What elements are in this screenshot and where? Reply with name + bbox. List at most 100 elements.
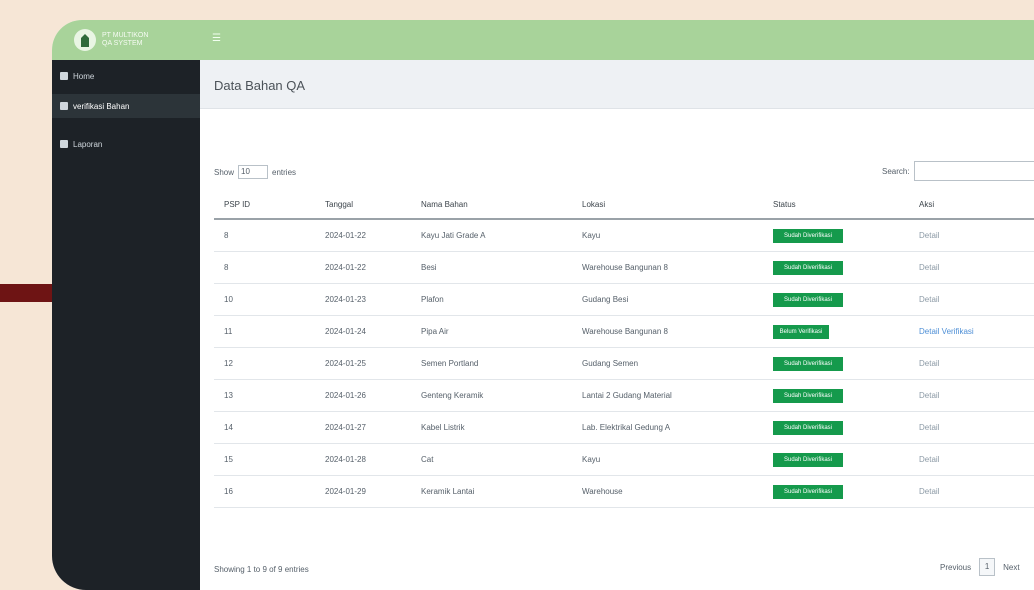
cell-nama-bahan: Cat — [411, 443, 572, 476]
cell-aksi: Detail — [909, 443, 1034, 476]
cell-status: Belum Verifikasi — [763, 315, 909, 348]
cell-aksi: Detail — [909, 251, 1034, 284]
cell-lokasi: Warehouse — [572, 475, 763, 508]
decorative-bar — [0, 284, 58, 302]
brand-line1: PT MULTIKON — [102, 32, 149, 39]
col-nama-bahan[interactable]: Nama Bahan — [411, 190, 572, 220]
status-badge: Sudah Diverifikasi — [773, 356, 843, 371]
pagination: Previous 1 Next — [940, 558, 1020, 576]
table-row: 12 2024-01-25 Semen Portland Gudang Semen Su… — [214, 347, 1034, 380]
detail-link[interactable]: Detail — [919, 455, 939, 464]
detail-link[interactable]: Detail — [919, 231, 939, 240]
status-badge: Sudah Diverifikasi — [773, 292, 843, 307]
table-row: 10 2024-01-23 Plafon Gudang Besi Sudah Diver… — [214, 283, 1034, 316]
cell-tanggal: 2024-01-25 — [315, 347, 411, 380]
cell-lokasi: Warehouse Bangunan 8 — [572, 251, 763, 284]
sidebar-item-laporan[interactable]: Laporan — [52, 132, 200, 156]
top-navbar: PT MULTIKON QA SYSTEM ☰ A — [52, 20, 1034, 60]
table-row: 14 2024-01-27 Kabel Listrik Lab. Elektrikal… — [214, 411, 1034, 444]
main-content: Data Bahan QA Show 10 entries Search: PS… — [200, 60, 1034, 590]
cell-psp-id: 13 — [214, 379, 315, 412]
status-badge: Sudah Diverifikasi — [773, 484, 843, 499]
cell-lokasi: Gudang Besi — [572, 283, 763, 316]
cell-tanggal: 2024-01-26 — [315, 379, 411, 412]
sidebar-item-home[interactable]: Home — [52, 64, 200, 88]
brand-logo[interactable]: PT MULTIKON QA SYSTEM — [74, 27, 204, 53]
cell-nama-bahan: Plafon — [411, 283, 572, 316]
menu-icon[interactable]: ☰ — [212, 33, 222, 45]
cell-aksi: Detail — [909, 219, 1034, 252]
detail-link[interactable]: Detail — [919, 391, 939, 400]
cell-lokasi: Warehouse Bangunan 8 — [572, 315, 763, 348]
cell-status: Sudah Diverifikasi — [763, 219, 909, 252]
cell-tanggal: 2024-01-29 — [315, 475, 411, 508]
cell-psp-id: 11 — [214, 315, 315, 348]
cell-status: Sudah Diverifikasi — [763, 475, 909, 508]
home-icon — [60, 72, 68, 80]
prev-button[interactable]: Previous — [940, 563, 971, 572]
cell-lokasi: Kayu — [572, 443, 763, 476]
cell-status: Sudah Diverifikasi — [763, 283, 909, 316]
cell-psp-id: 16 — [214, 475, 315, 508]
cell-psp-id: 15 — [214, 443, 315, 476]
cell-status: Sudah Diverifikasi — [763, 411, 909, 444]
status-badge: Sudah Diverifikasi — [773, 420, 843, 435]
detail-link[interactable]: Detail Verifikasi — [919, 327, 974, 336]
cell-tanggal: 2024-01-23 — [315, 283, 411, 316]
cell-nama-bahan: Kayu Jati Grade A — [411, 219, 572, 252]
cell-status: Sudah Diverifikasi — [763, 347, 909, 380]
sidebar-item-label: Home — [73, 71, 95, 81]
cell-status: Sudah Diverifikasi — [763, 379, 909, 412]
table-row: 16 2024-01-29 Keramik Lantai Warehouse Sudah… — [214, 475, 1034, 508]
cell-nama-bahan: Keramik Lantai — [411, 475, 572, 508]
page-header: Data Bahan QA — [200, 60, 1034, 109]
brand-line2: QA SYSTEM — [102, 40, 143, 47]
cell-psp-id: 8 — [214, 219, 315, 252]
length-select[interactable]: 10 — [238, 165, 269, 179]
col-status[interactable]: Status — [763, 190, 909, 220]
cell-aksi: Detail — [909, 475, 1034, 508]
app-window: PT MULTIKON QA SYSTEM ☰ A Home verifikas… — [52, 20, 1034, 590]
cell-aksi: Detail — [909, 347, 1034, 380]
cell-nama-bahan: Semen Portland — [411, 347, 572, 380]
table-row: 8 2024-01-22 Kayu Jati Grade A Kayu Sudah Di… — [214, 219, 1034, 252]
col-lokasi[interactable]: Lokasi — [572, 190, 763, 220]
cell-nama-bahan: Genteng Keramik — [411, 379, 572, 412]
cell-aksi: Detail — [909, 283, 1034, 316]
cell-nama-bahan: Kabel Listrik — [411, 411, 572, 444]
entries-label: entries — [272, 167, 297, 177]
cell-lokasi: Lantai 2 Gudang Material — [572, 379, 763, 412]
col-psp-id[interactable]: PSP ID — [214, 190, 315, 220]
detail-link[interactable]: Detail — [919, 487, 939, 496]
detail-link[interactable]: Detail — [919, 263, 939, 272]
cell-psp-id: 10 — [214, 283, 315, 316]
status-badge: Sudah Diverifikasi — [773, 260, 843, 275]
cell-tanggal: 2024-01-28 — [315, 443, 411, 476]
page-1-button[interactable]: 1 — [979, 558, 996, 576]
status-badge: Sudah Diverifikasi — [773, 228, 843, 243]
data-table: PSP ID Tanggal Nama Bahan Lokasi Status … — [214, 190, 1034, 508]
col-tanggal[interactable]: Tanggal — [315, 190, 411, 220]
cell-lokasi: Kayu — [572, 219, 763, 252]
detail-link[interactable]: Detail — [919, 295, 939, 304]
cell-psp-id: 12 — [214, 347, 315, 380]
cell-lokasi: Lab. Elektrikal Gedung A — [572, 411, 763, 444]
table-row: 15 2024-01-28 Cat Kayu Sudah Diverifikasi Det… — [214, 443, 1034, 476]
cell-tanggal: 2024-01-24 — [315, 315, 411, 348]
next-button[interactable]: Next — [1003, 563, 1019, 572]
status-badge: Sudah Diverifikasi — [773, 452, 843, 467]
logo-icon — [74, 29, 96, 51]
detail-link[interactable]: Detail — [919, 359, 939, 368]
cell-aksi: Detail Verifikasi — [909, 315, 1034, 348]
detail-link[interactable]: Detail — [919, 423, 939, 432]
col-aksi[interactable]: Aksi — [909, 190, 1034, 220]
table-header-row: PSP ID Tanggal Nama Bahan Lokasi Status … — [214, 190, 1034, 220]
table-row: 11 2024-01-24 Pipa Air Warehouse Bangunan 8… — [214, 315, 1034, 348]
sidebar-item-label: verifikasi Bahan — [73, 101, 130, 111]
search-input[interactable] — [913, 161, 1034, 181]
cell-status: Sudah Diverifikasi — [763, 251, 909, 284]
cell-aksi: Detail — [909, 379, 1034, 412]
check-icon — [60, 102, 68, 110]
sidebar-item-verifikasi[interactable]: verifikasi Bahan — [52, 94, 200, 118]
cell-tanggal: 2024-01-22 — [315, 251, 411, 284]
